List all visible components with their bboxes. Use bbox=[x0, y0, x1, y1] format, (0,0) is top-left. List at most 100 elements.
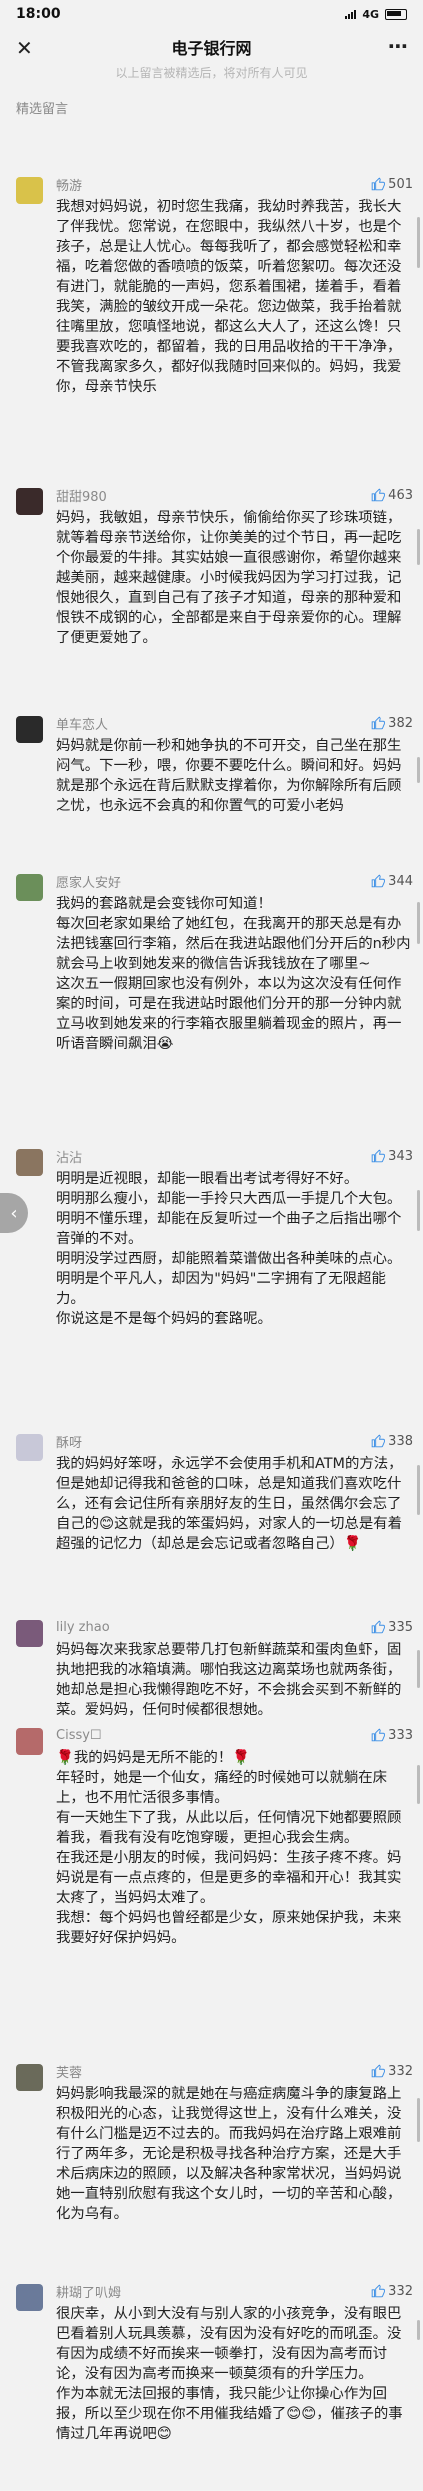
status-time: 18:00 bbox=[16, 6, 61, 22]
status-bar: 18:00 4G bbox=[0, 0, 423, 28]
comment-author: 愿家人安好 bbox=[56, 875, 122, 891]
comment-item: 单车恋人 382 妈妈就是你前一秒和她争执的不可开交，自己坐在那生闷气。下一秒，喂，… bbox=[0, 712, 423, 816]
comment-text: 妈妈每次来我家总要带几打包新鲜蔬菜和蛋肉鱼虾，固执地把我的冰箱填满。哪怕我这边离… bbox=[56, 1642, 402, 1718]
avatar[interactable] bbox=[16, 1149, 43, 1176]
comment-text: 明明是近视眼，却能一眼看出考试考得好不好。 明明那么瘦小，却能一手拎只大西瓜一手… bbox=[56, 1171, 402, 1327]
avatar[interactable] bbox=[16, 1728, 43, 1755]
comment-body: 耕瑚了叭姆 332 很庆幸，从小到大没有与别人家的小孩竞争，没有眼巴巴看着别人玩具羡… bbox=[56, 2280, 413, 2444]
like-button[interactable]: 332 bbox=[371, 2284, 413, 2299]
comment-item: 愿家人安好 344 我妈的套路就是会变钱你可知道！ 每次回老家如果给了她红包，在我离… bbox=[0, 870, 423, 1054]
section-title: 精选留言 bbox=[16, 102, 69, 117]
like-count: 344 bbox=[388, 873, 413, 889]
comment-author: 耕瑚了叭姆 bbox=[56, 2285, 122, 2301]
comment-text: 🌹我的妈妈是无所不能的！🌹 年轻时，她是一个仙女，痛经的时候她可以就躺在床上，也… bbox=[56, 1750, 402, 1946]
comment-scrollbar[interactable] bbox=[417, 1650, 420, 1688]
comment-author: 单车恋人 bbox=[56, 717, 109, 733]
comment-body: 愿家人安好 344 我妈的套路就是会变钱你可知道！ 每次回老家如果给了她红包，在我离… bbox=[56, 870, 413, 1054]
thumbs-up-icon bbox=[371, 2064, 386, 2078]
like-button[interactable]: 343 bbox=[371, 1149, 413, 1164]
comment-scrollbar[interactable] bbox=[417, 757, 420, 783]
like-count: 382 bbox=[388, 715, 413, 731]
comment-item: 耕瑚了叭姆 332 很庆幸，从小到大没有与别人家的小孩竞争，没有眼巴巴看着别人玩具羡… bbox=[0, 2280, 423, 2444]
close-icon[interactable]: ✕ bbox=[16, 36, 33, 60]
more-icon[interactable]: ⋯ bbox=[388, 34, 409, 58]
comment-item: Cissy☐ 333 🌹我的妈妈是无所不能的！🌹 年轻时，她是一个仙女，痛经的时候她… bbox=[0, 1724, 423, 1948]
page-title: 电子银行网 bbox=[171, 39, 252, 58]
comment-item: 酥呀 338 我的妈妈好笨呀，永远学不会使用手机和ATM的方法，但是她却记得我和爸爸… bbox=[0, 1430, 423, 1554]
comment-body: 酥呀 338 我的妈妈好笨呀，永远学不会使用手机和ATM的方法，但是她却记得我和爸爸… bbox=[56, 1430, 413, 1554]
comment-scrollbar[interactable] bbox=[417, 2098, 420, 2142]
like-button[interactable]: 333 bbox=[371, 1728, 413, 1743]
thumbs-up-icon bbox=[371, 716, 386, 730]
comment-header: 单车恋人 382 bbox=[56, 712, 413, 734]
comment-header: Cissy☐ 333 bbox=[56, 1724, 413, 1746]
comment-body: 单车恋人 382 妈妈就是你前一秒和她争执的不可开交，自己坐在那生闷气。下一秒，喂，… bbox=[56, 712, 413, 816]
comment-author: 酥呀 bbox=[56, 1435, 83, 1451]
like-count: 338 bbox=[388, 1433, 413, 1449]
avatar[interactable] bbox=[16, 488, 43, 515]
avatar[interactable] bbox=[16, 716, 43, 743]
like-button[interactable]: 382 bbox=[371, 716, 413, 731]
thumbs-up-icon bbox=[371, 2284, 386, 2298]
thumbs-up-icon bbox=[371, 1149, 386, 1163]
comment-scrollbar[interactable] bbox=[417, 1765, 420, 1804]
comment-text: 我的妈妈好笨呀，永远学不会使用手机和ATM的方法，但是她却记得我和爸爸的口味，总… bbox=[56, 1456, 403, 1552]
like-count: 332 bbox=[388, 2063, 413, 2079]
like-count: 463 bbox=[388, 487, 413, 503]
like-button[interactable]: 344 bbox=[371, 874, 413, 889]
avatar[interactable] bbox=[16, 1434, 43, 1461]
comment-text: 妈妈，我敏姐，母亲节快乐，偷偷给你买了珍珠项链，就等着母亲节送给你，让你美美的过… bbox=[56, 510, 402, 646]
comment-item: lily zhao 335 妈妈每次来我家总要带几打包新鲜蔬菜和蛋肉鱼虾，固执地把我… bbox=[0, 1616, 423, 1720]
comment-body: Cissy☐ 333 🌹我的妈妈是无所不能的！🌹 年轻时，她是一个仙女，痛经的时候她… bbox=[56, 1724, 413, 1948]
like-count: 343 bbox=[388, 1148, 413, 1164]
comment-body: 沾沾 343 明明是近视眼，却能一眼看出考试考得好不好。 明明那么瘦小，却能一手拎只… bbox=[56, 1145, 413, 1329]
comment-author: Cissy☐ bbox=[56, 1727, 102, 1743]
thumbs-up-icon bbox=[371, 1434, 386, 1448]
thumbs-up-icon bbox=[371, 177, 386, 191]
comment-author: lily zhao bbox=[56, 1619, 110, 1635]
like-button[interactable]: 463 bbox=[371, 488, 413, 503]
comment-scrollbar[interactable] bbox=[417, 1190, 420, 1231]
thumbs-up-icon bbox=[371, 874, 386, 888]
comment-body: 畅游 501 我想对妈妈说，初时您生我痛，我幼时养我苦，我长大了伴我忧。您常说，在您… bbox=[56, 173, 413, 397]
avatar[interactable] bbox=[16, 1620, 43, 1647]
comment-author: 甜甜980 bbox=[56, 489, 107, 505]
network-type: 4G bbox=[362, 7, 379, 21]
avatar[interactable] bbox=[16, 874, 43, 901]
like-button[interactable]: 332 bbox=[371, 2064, 413, 2079]
like-button[interactable]: 338 bbox=[371, 1434, 413, 1449]
comment-scrollbar[interactable] bbox=[417, 902, 420, 944]
thumbs-up-icon bbox=[371, 1620, 386, 1634]
comment-scrollbar[interactable] bbox=[417, 1465, 420, 1515]
signal-icon bbox=[345, 9, 357, 19]
like-button[interactable]: 335 bbox=[371, 1620, 413, 1635]
comment-body: lily zhao 335 妈妈每次来我家总要带几打包新鲜蔬菜和蛋肉鱼虾，固执地把我… bbox=[56, 1616, 413, 1720]
comment-header: 甜甜980 463 bbox=[56, 484, 413, 506]
avatar[interactable] bbox=[16, 2064, 43, 2091]
comment-item: 沾沾 343 明明是近视眼，却能一眼看出考试考得好不好。 明明那么瘦小，却能一手拎只… bbox=[0, 1145, 423, 1329]
comment-text: 很庆幸，从小到大没有与别人家的小孩竞争，没有眼巴巴看着别人玩具羡慕，没有因为没有… bbox=[56, 2306, 403, 2442]
comment-header: 芙蓉 332 bbox=[56, 2060, 413, 2082]
comment-scrollbar[interactable] bbox=[417, 2320, 420, 2340]
avatar[interactable] bbox=[16, 2284, 43, 2311]
nav-bar: ✕ 电子银行网 ⋯ bbox=[0, 28, 423, 66]
comment-text: 妈妈就是你前一秒和她争执的不可开交，自己坐在那生闷气。下一秒，喂，你要不要吃什么… bbox=[56, 738, 402, 814]
comment-header: 愿家人安好 344 bbox=[56, 870, 413, 892]
comment-scrollbar[interactable] bbox=[417, 529, 420, 565]
comment-item: 芙蓉 332 妈妈影响我最深的就是她在与癌症病魔斗争的康复路上积极阳光的心态，让我觉… bbox=[0, 2060, 423, 2224]
comment-body: 芙蓉 332 妈妈影响我最深的就是她在与癌症病魔斗争的康复路上积极阳光的心态，让我觉… bbox=[56, 2060, 413, 2224]
comment-text: 我妈的套路就是会变钱你可知道！ 每次回老家如果给了她红包，在我离开的那天总是有办… bbox=[56, 896, 411, 1052]
like-count: 335 bbox=[388, 1619, 413, 1635]
like-count: 501 bbox=[388, 176, 413, 192]
like-button[interactable]: 501 bbox=[371, 177, 413, 192]
comment-author: 芙蓉 bbox=[56, 2065, 83, 2081]
avatar[interactable] bbox=[16, 177, 43, 204]
comment-header: 耕瑚了叭姆 332 bbox=[56, 2280, 413, 2302]
comment-scrollbar[interactable] bbox=[417, 217, 420, 268]
like-count: 332 bbox=[388, 2283, 413, 2299]
battery-icon bbox=[385, 8, 407, 20]
comment-text: 我想对妈妈说，初时您生我痛，我幼时养我苦，我长大了伴我忧。您常说，在您眼中，我纵… bbox=[56, 199, 402, 395]
comment-item: 畅游 501 我想对妈妈说，初时您生我痛，我幼时养我苦，我长大了伴我忧。您常说，在您… bbox=[0, 173, 423, 397]
comment-text: 妈妈影响我最深的就是她在与癌症病魔斗争的康复路上积极阳光的心态，让我觉得这世上，… bbox=[56, 2086, 402, 2222]
comment-author: 沾沾 bbox=[56, 1150, 83, 1166]
